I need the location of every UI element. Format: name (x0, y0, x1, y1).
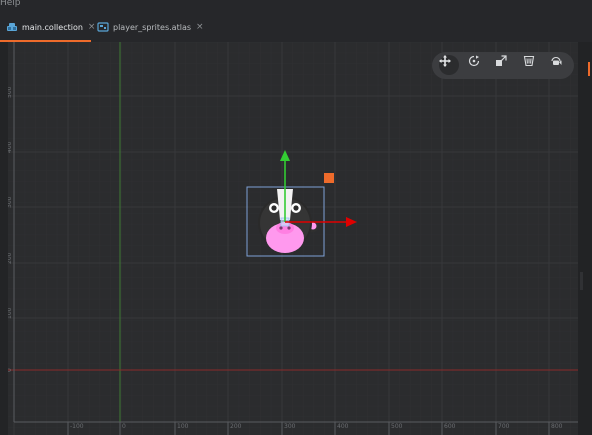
tab-close-button[interactable]: × (196, 22, 204, 32)
ruler-y-label: 400 (8, 141, 13, 153)
ruler-x-label: -100 (70, 423, 84, 430)
tab-main-collection[interactable]: main.collection × (6, 12, 95, 42)
tab-label: player_sprites.atlas (113, 22, 192, 32)
camera-perspective-icon (551, 56, 562, 65)
move-tool-button[interactable] (439, 55, 459, 75)
right-scrollbar[interactable] (578, 42, 592, 435)
scroll-indicator (588, 62, 590, 76)
scene-viewport[interactable]: 500 400 300 200 100 0 -100 0 (8, 42, 578, 435)
ruler-x-label: 200 (230, 423, 242, 430)
atlas-icon (97, 22, 109, 32)
tab-label: main.collection (22, 22, 83, 32)
ruler-x-label: 100 (177, 423, 189, 430)
ruler-x-label: 0 (122, 423, 126, 430)
collection-icon (7, 23, 17, 31)
ruler-x-label: 700 (498, 423, 510, 430)
editor-window: Help main.collection × player_sprites.at… (0, 0, 592, 435)
menu-help[interactable]: Help (0, 0, 21, 8)
ruler-y-label: 0 (8, 368, 13, 372)
ruler-y-label: 200 (8, 252, 13, 264)
camera-perspective-button[interactable] (550, 55, 570, 75)
tab-close-button[interactable]: × (88, 22, 96, 32)
scene-canvas: 500 400 300 200 100 0 -100 0 (8, 42, 578, 435)
rotate-tool-icon (468, 55, 480, 67)
ruler-x-label: 500 (391, 423, 403, 430)
tab-player-sprites-atlas[interactable]: player_sprites.atlas × (97, 12, 204, 42)
ruler-y-label: 100 (8, 307, 13, 319)
move-xy-plane-handle[interactable] (324, 173, 334, 183)
ruler-x-label: 800 (551, 423, 563, 430)
editor-tab-bar: main.collection × player_sprites.atlas × (0, 12, 592, 42)
scroll-thumb[interactable] (580, 272, 583, 290)
ruler-x-label: 400 (337, 423, 349, 430)
ruler-x-label: 300 (284, 423, 296, 430)
rotate-tool-button[interactable] (468, 55, 488, 75)
menu-bar: Help (0, 0, 592, 12)
ruler-y-label: 300 (8, 196, 13, 208)
scale-tool-button[interactable] (495, 55, 515, 75)
scale-tool-icon (496, 55, 507, 66)
visibility-filter-icon (523, 55, 535, 67)
move-tool-icon (439, 55, 451, 67)
ruler-y-label: 500 (8, 86, 13, 98)
visibility-filter-button[interactable] (523, 55, 543, 75)
ruler-x-label: 600 (444, 423, 456, 430)
transform-toolbar (432, 52, 574, 79)
